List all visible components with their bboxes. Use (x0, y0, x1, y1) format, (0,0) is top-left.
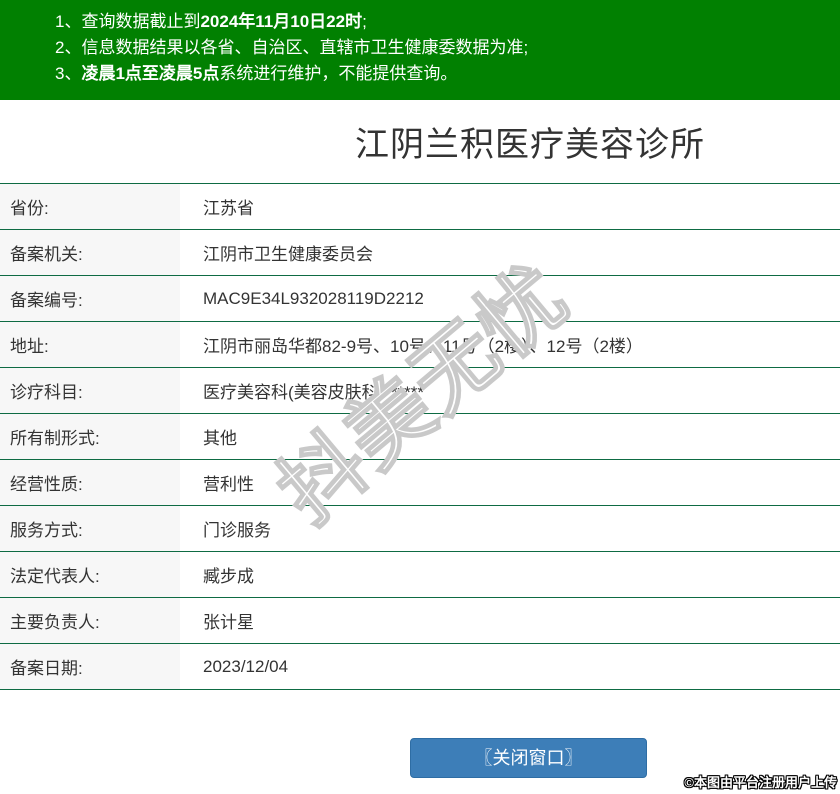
notice-number: 2、 (55, 38, 82, 57)
row-label: 地址: (0, 322, 180, 367)
table-row-ownership: 所有制形式: 其他 (0, 414, 840, 460)
close-window-button[interactable]: 〖关闭窗口〗 (410, 738, 647, 778)
table-row-principal: 主要负责人: 张计星 (0, 598, 840, 644)
row-label: 备案机关: (0, 230, 180, 275)
page-title: 江阴兰积医疗美容诊所 (355, 126, 705, 164)
row-label: 经营性质: (0, 460, 180, 505)
row-label: 诊疗科目: (0, 368, 180, 413)
row-label: 法定代表人: (0, 552, 180, 597)
row-label: 备案日期: (0, 644, 180, 689)
notice-number: 3、 (55, 64, 82, 83)
notice-text: 信息数据结果以各省、自治区、直辖市卫生健康委数据为准; (81, 38, 529, 57)
notice-text: 系统进行维护，不能提供查询。 (219, 64, 458, 83)
notice-line-1: 1、查询数据截止到2024年11月10日22时; (55, 9, 830, 35)
row-value: 医疗美容科(美容皮肤科)****** (203, 383, 425, 402)
row-value: 2023/12/04 (203, 656, 289, 676)
row-value: 江苏省 (203, 199, 254, 218)
row-value: 其他 (203, 429, 237, 448)
table-row-province: 省份: 江苏省 (0, 184, 840, 230)
row-value: 臧步成 (203, 567, 254, 586)
table-row-service-mode: 服务方式: 门诊服务 (0, 506, 840, 552)
row-label: 主要负责人: (0, 598, 180, 643)
record-table: 省份: 江苏省 备案机关: 江阴市卫生健康委员会 备案编号: MAC9E34L9… (0, 183, 840, 690)
table-row-filing-date: 备案日期: 2023/12/04 (0, 644, 840, 690)
row-label: 所有制形式: (0, 414, 180, 459)
table-row-address: 地址: 江阴市丽岛华都82-9号、10号、11号（2楼）、12号（2楼） (0, 322, 840, 368)
table-row-treatment-subjects: 诊疗科目: 医疗美容科(美容皮肤科)****** (0, 368, 840, 414)
notice-header: 1、查询数据截止到2024年11月10日22时; 2、信息数据结果以各省、自治区… (0, 0, 840, 100)
table-row-operating-nature: 经营性质: 营利性 (0, 460, 840, 506)
notice-number: 1、 (55, 12, 82, 31)
table-row-filing-number: 备案编号: MAC9E34L932028119D2212 (0, 276, 840, 322)
notice-text: 查询数据截止到 (81, 12, 201, 31)
notice-text: ; (362, 12, 367, 31)
row-label: 备案编号: (0, 276, 180, 321)
table-row-legal-representative: 法定代表人: 臧步成 (0, 552, 840, 598)
row-value: MAC9E34L932028119D2212 (203, 288, 424, 308)
notice-line-2: 2、信息数据结果以各省、自治区、直辖市卫生健康委数据为准; (55, 35, 830, 61)
row-value: 张计星 (203, 613, 254, 632)
upload-credit: ©本图由平台注册用户上传 (684, 775, 837, 790)
row-value: 江阴市卫生健康委员会 (203, 245, 373, 264)
title-area: 江阴兰积医疗美容诊所 (0, 100, 840, 183)
row-value: 营利性 (203, 475, 254, 494)
notice-line-3: 3、凌晨1点至凌晨5点系统进行维护，不能提供查询。 (55, 61, 830, 87)
notice-text-bold: 凌晨1点至凌晨5点 (81, 64, 220, 83)
row-label: 省份: (0, 184, 180, 229)
table-row-filing-authority: 备案机关: 江阴市卫生健康委员会 (0, 230, 840, 276)
row-value: 江阴市丽岛华都82-9号、10号、11号（2楼）、12号（2楼） (203, 337, 643, 356)
notice-text-bold: 2024年11月10日22时 (200, 12, 363, 31)
row-label: 服务方式: (0, 506, 180, 551)
row-value: 门诊服务 (203, 521, 271, 540)
